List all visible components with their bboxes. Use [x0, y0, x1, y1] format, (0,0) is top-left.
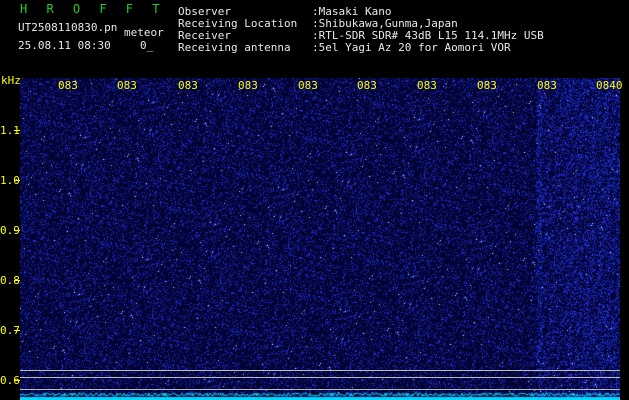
- time-label: 083: [238, 79, 258, 92]
- y-axis-unit: kHz: [1, 74, 21, 87]
- y-tick-mark: [14, 230, 20, 231]
- time-label: 083: [298, 79, 318, 92]
- filename-text: UT2508110830.pn: [18, 21, 118, 34]
- info-antenna-label: Receiving antenna: [178, 41, 291, 54]
- time-label: 083: [357, 79, 377, 92]
- header-panel: H R O F F T UT2508110830.pn meteor 25.08…: [0, 0, 629, 78]
- count-text: 0_: [140, 39, 154, 52]
- threshold-line-upper: [20, 370, 620, 371]
- time-label: 083: [117, 79, 137, 92]
- time-label: 0840: [596, 79, 623, 92]
- time-label: 083: [58, 79, 78, 92]
- datetime-text: 25.08.11 08:30: [18, 39, 111, 52]
- y-tick-mark: [14, 180, 20, 181]
- threshold-line-middle: [20, 377, 620, 378]
- y-tick-mark: [14, 130, 20, 131]
- y-tick-mark: [14, 380, 20, 381]
- time-label: 083: [537, 79, 557, 92]
- app-title: H R O F F T: [20, 2, 166, 16]
- y-tick-mark: [14, 330, 20, 331]
- meteor-label: meteor: [124, 26, 164, 39]
- info-antenna-value: :5el Yagi Az 20 for Aomori VOR: [312, 41, 511, 54]
- time-label: 083: [477, 79, 497, 92]
- time-label: 083: [417, 79, 437, 92]
- time-label: 083: [178, 79, 198, 92]
- threshold-line-lower: [20, 389, 620, 390]
- spectrogram-plot: [20, 78, 620, 400]
- y-tick-mark: [14, 280, 20, 281]
- spectrogram-canvas: [20, 78, 620, 400]
